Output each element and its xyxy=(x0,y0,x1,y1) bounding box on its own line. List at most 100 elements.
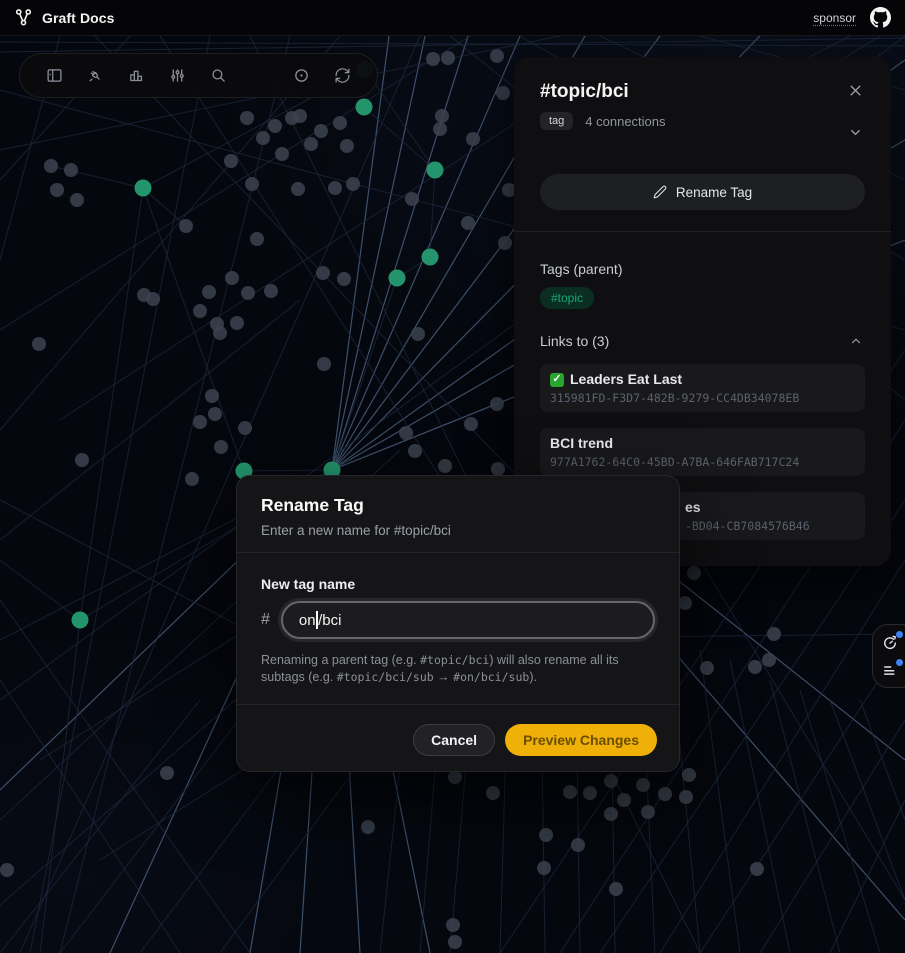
queue-button[interactable] xyxy=(880,660,900,680)
graph-node xyxy=(208,407,222,421)
graph-node xyxy=(435,109,449,123)
search-icon xyxy=(210,67,227,84)
graph-node xyxy=(641,805,655,819)
graph-node xyxy=(767,627,781,641)
graph-node xyxy=(333,116,347,130)
graph-node xyxy=(537,861,551,875)
graph-node xyxy=(160,766,174,780)
collapse-links-button[interactable] xyxy=(847,332,865,350)
graph-node xyxy=(256,131,270,145)
parent-tag-pill[interactable]: #topic xyxy=(540,287,594,309)
graph-node xyxy=(678,596,692,610)
graph-node xyxy=(461,216,475,230)
input-text-before-caret: on xyxy=(299,612,316,629)
unplug-button[interactable] xyxy=(87,67,104,84)
graph-node xyxy=(448,935,462,949)
link-uuid: 977A1762-64C0-45BD-A7BA-646FAB717C24 xyxy=(550,455,855,469)
bar-chart-icon xyxy=(128,67,145,84)
graph-node xyxy=(679,790,693,804)
graph-node xyxy=(682,768,696,782)
github-link[interactable] xyxy=(870,7,891,28)
graph-node xyxy=(762,653,776,667)
graph-node-tagged xyxy=(135,180,152,197)
graph-node xyxy=(250,232,264,246)
refresh-icon xyxy=(334,67,351,84)
graph-node-tagged xyxy=(422,249,439,266)
app-title: Graft Docs xyxy=(42,10,115,26)
github-icon xyxy=(870,7,891,28)
graph-node xyxy=(70,193,84,207)
check-emoji: ✓ xyxy=(550,373,564,387)
graph-node xyxy=(185,472,199,486)
graph-node xyxy=(466,132,480,146)
graph-node xyxy=(604,807,618,821)
pencil-icon xyxy=(653,185,667,199)
graph-node xyxy=(316,266,330,280)
graph-node-tagged xyxy=(389,270,406,287)
app-window: Graft Docs sponsor xyxy=(0,0,905,953)
dialog-subtitle: Enter a new name for #topic/bci xyxy=(261,523,655,538)
panel-divider xyxy=(514,231,891,232)
graph-node xyxy=(328,181,342,195)
preview-changes-button[interactable]: Preview Changes xyxy=(505,724,657,756)
stats-button[interactable] xyxy=(128,67,145,84)
graph-node xyxy=(268,119,282,133)
graph-node xyxy=(408,444,422,458)
graph-node xyxy=(464,417,478,431)
graph-node xyxy=(214,440,228,454)
graph-node xyxy=(571,838,585,852)
rename-tag-dialog: Rename Tag Enter a new name for #topic/b… xyxy=(236,475,680,772)
chevron-down-icon xyxy=(848,125,863,140)
graph-node xyxy=(539,828,553,842)
close-icon xyxy=(848,83,863,98)
graph-node xyxy=(146,292,160,306)
focus-node-button[interactable] xyxy=(293,67,310,84)
toggle-sidebar-button[interactable] xyxy=(46,67,63,84)
refresh-layout-button[interactable] xyxy=(334,67,351,84)
graph-node xyxy=(636,778,650,792)
filters-button[interactable] xyxy=(169,67,186,84)
panel-left-icon xyxy=(46,67,63,84)
history-button[interactable] xyxy=(880,632,900,652)
graph-node xyxy=(337,272,351,286)
graph-node xyxy=(213,326,227,340)
expand-details-button[interactable] xyxy=(846,123,865,142)
sponsor-link[interactable]: sponsor xyxy=(813,11,856,25)
graph-node xyxy=(202,285,216,299)
link-title: Leaders Eat Last xyxy=(570,371,682,388)
graph-node xyxy=(264,284,278,298)
graph-node xyxy=(275,147,289,161)
graph-node xyxy=(245,177,259,191)
graph-node xyxy=(291,182,305,196)
cancel-button[interactable]: Cancel xyxy=(413,724,495,756)
app-header: Graft Docs sponsor xyxy=(0,0,905,36)
graph-node xyxy=(399,426,413,440)
graph-node xyxy=(230,316,244,330)
graph-node xyxy=(446,918,460,932)
graph-node xyxy=(225,271,239,285)
link-title: BCI trend xyxy=(550,435,613,452)
new-tag-input[interactable]: on/bci xyxy=(281,601,655,639)
rename-tag-button[interactable]: Rename Tag xyxy=(540,174,865,210)
link-item[interactable]: BCI trend 977A1762-64C0-45BD-A7BA-646FAB7… xyxy=(540,428,865,476)
graph-node xyxy=(491,462,505,476)
chevron-up-icon xyxy=(849,334,863,348)
circle-dot-icon xyxy=(293,67,310,84)
graph-node xyxy=(361,820,375,834)
link-title: es xyxy=(685,499,701,516)
graph-node-tagged xyxy=(356,99,373,116)
graph-node-tagged xyxy=(427,162,444,179)
rename-helper-text: Renaming a parent tag (e.g. #topic/bci) … xyxy=(261,652,655,686)
graph-node xyxy=(193,415,207,429)
graph-node xyxy=(411,327,425,341)
hash-prefix: # xyxy=(261,611,270,629)
graph-node xyxy=(448,770,462,784)
graph-node-tagged xyxy=(72,612,89,629)
graph-node xyxy=(617,793,631,807)
notification-dot xyxy=(896,659,903,666)
link-uuid: -BD04-CB7084576B46 xyxy=(685,519,855,533)
link-item[interactable]: ✓Leaders Eat Last315981FD-F3D7-482B-9279… xyxy=(540,364,865,412)
search-button[interactable] xyxy=(210,67,227,84)
graph-node xyxy=(604,774,618,788)
close-panel-button[interactable] xyxy=(846,81,865,100)
